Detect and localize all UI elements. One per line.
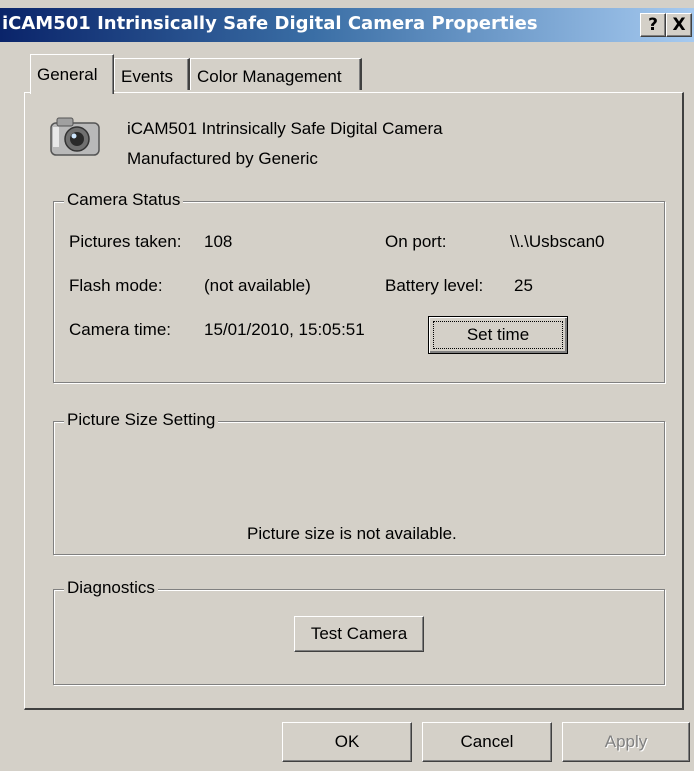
set-time-label: Set time xyxy=(466,325,530,344)
device-name: iCAM501 Intrinsically Safe Digital Camer… xyxy=(127,119,443,138)
camera-status-legend: Camera Status xyxy=(64,190,184,210)
test-camera-button[interactable]: Test Camera xyxy=(294,616,424,652)
close-button[interactable]: X xyxy=(666,13,692,37)
tab-color-management[interactable]: Color Management xyxy=(190,58,362,90)
picture-size-group: Picture Size Setting Picture size is not… xyxy=(53,410,665,555)
apply-label: Apply xyxy=(604,732,648,751)
camera-time-value: 15/01/2010, 15:05:51 xyxy=(204,320,365,339)
test-camera-label: Test Camera xyxy=(310,624,408,643)
apply-button[interactable]: Apply xyxy=(562,722,690,762)
ok-label: OK xyxy=(334,732,360,751)
pictures-taken-value: 108 xyxy=(204,232,233,251)
ok-button[interactable]: OK xyxy=(282,722,412,762)
general-tab-panel: iCAM501 Intrinsically Safe Digital Camer… xyxy=(24,92,684,710)
camera-icon xyxy=(50,117,100,156)
camera-status-group: Camera Status Pictures taken: 108 On por… xyxy=(53,190,665,383)
flash-mode-label: Flash mode: xyxy=(69,276,163,295)
window-title: iCAM501 Intrinsically Safe Digital Camer… xyxy=(2,13,538,34)
set-time-button[interactable]: Set time xyxy=(428,316,568,354)
tab-events[interactable]: Events xyxy=(114,58,190,90)
on-port-label: On port: xyxy=(385,232,447,251)
tab-general[interactable]: General xyxy=(30,54,114,94)
on-port-value: \\.\Usbscan0 xyxy=(510,232,605,251)
title-bar[interactable]: iCAM501 Intrinsically Safe Digital Camer… xyxy=(0,8,694,42)
cancel-button[interactable]: Cancel xyxy=(422,722,552,762)
picture-size-legend: Picture Size Setting xyxy=(64,410,219,430)
flash-mode-value: (not available) xyxy=(204,276,311,295)
battery-level-label: Battery level: xyxy=(385,276,484,295)
camera-time-label: Camera time: xyxy=(69,320,172,339)
picture-size-message: Picture size is not available. xyxy=(247,524,457,543)
cancel-label: Cancel xyxy=(460,732,514,751)
manufacturer: Manufactured by Generic xyxy=(127,149,318,168)
diagnostics-legend: Diagnostics xyxy=(64,578,158,598)
help-button[interactable]: ? xyxy=(640,13,666,37)
battery-level-value: 25 xyxy=(514,276,533,295)
pictures-taken-label: Pictures taken: xyxy=(69,232,182,251)
properties-dialog: iCAM501 Intrinsically Safe Digital Camer… xyxy=(0,0,694,771)
diagnostics-group: Diagnostics Test Camera xyxy=(53,578,665,685)
